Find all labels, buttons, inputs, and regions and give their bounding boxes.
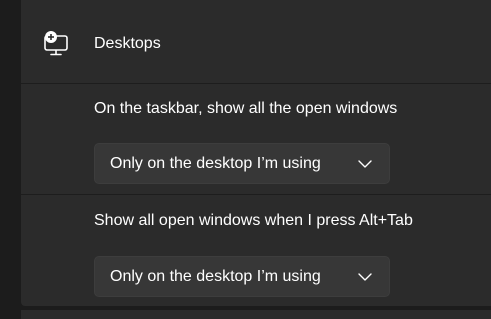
taskbar-windows-selected: Only on the desktop I’m using [110, 155, 321, 172]
alttab-windows-setting: Show all open windows when I press Alt+T… [21, 195, 491, 306]
alttab-windows-selected: Only on the desktop I’m using [110, 268, 321, 285]
alttab-windows-dropdown[interactable]: Only on the desktop I’m using [94, 256, 390, 297]
desktops-title: Desktops [94, 35, 161, 52]
alttab-windows-label: Show all open windows when I press Alt+T… [94, 212, 413, 229]
chevron-down-icon [358, 273, 372, 281]
taskbar-windows-label: On the taskbar, show all the open window… [94, 100, 398, 117]
taskbar-windows-dropdown[interactable]: Only on the desktop I’m using [94, 143, 390, 184]
desktops-settings-panel: Desktops On the taskbar, show all the op… [21, 0, 491, 306]
desktop-add-icon [44, 31, 68, 56]
taskbar-windows-setting: On the taskbar, show all the open window… [21, 84, 491, 195]
next-panel-edge [21, 310, 491, 319]
desktops-header[interactable]: Desktops [21, 0, 491, 84]
chevron-down-icon [358, 160, 372, 168]
